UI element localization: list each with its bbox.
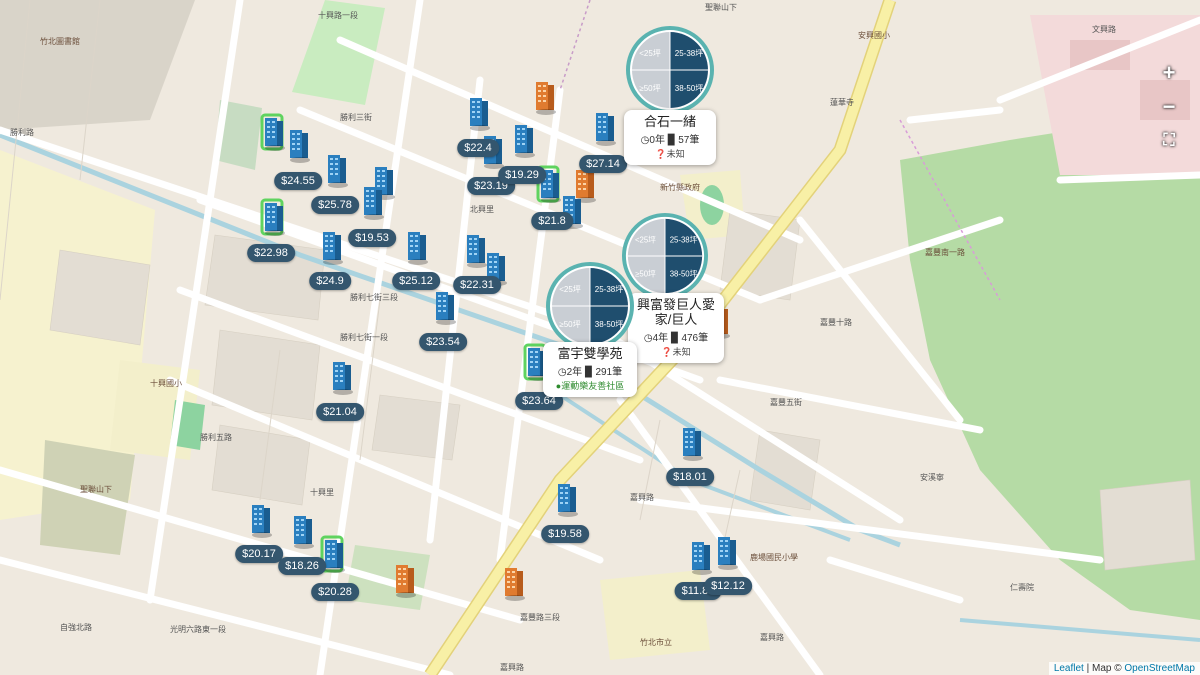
street-label: 文興路	[1092, 24, 1116, 34]
pie-label: ≥50坪	[559, 320, 580, 329]
osm-link[interactable]: OpenStreetMap	[1124, 663, 1195, 674]
pie-label: ≥50坪	[639, 84, 660, 93]
pie-label: 25-38坪	[670, 235, 698, 244]
question-icon: ❓	[661, 347, 673, 357]
document-icon: ▉	[584, 367, 593, 378]
price-label[interactable]: $20.17	[235, 545, 283, 563]
pie-label: 38-50坪	[595, 320, 623, 329]
fullscreen-button[interactable]: ⛶	[1156, 128, 1182, 154]
price-label[interactable]: $19.53	[348, 229, 396, 247]
price-label[interactable]: $21.8	[531, 212, 573, 230]
street-label: 勝利七街三段	[350, 292, 398, 302]
street-label: 自強北路	[60, 622, 92, 632]
size-distribution-pie[interactable]: <25坪 25-38坪 ≥50坪 38-50坪	[546, 262, 634, 350]
price-label[interactable]: $20.28	[311, 583, 359, 601]
community-card[interactable]: 富宇雙學苑 ◷2年 ▉ 291筆 ●運動樂友善社區	[543, 342, 637, 397]
zoom-out-button[interactable]: −	[1156, 94, 1182, 120]
document-icon: ▉	[667, 135, 676, 146]
question-icon: ❓	[655, 149, 667, 159]
street-label: 嘉豐十路	[820, 317, 852, 327]
map-canvas[interactable]: 十興路一段 勝利七街三段 勝利七街一段 勝利三街 勝利五路 北興里 十興里 勝利…	[0, 0, 1200, 675]
size-distribution-pie[interactable]: <25坪 25-38坪 ≥50坪 38-50坪	[626, 26, 714, 114]
street-label: 嘉豐路三段	[520, 612, 560, 622]
community-name: 富宇雙學苑	[557, 346, 623, 361]
poi-label: 鹿場國民小學	[750, 552, 798, 562]
pie-label: 38-50坪	[670, 270, 698, 279]
price-label[interactable]: $22.98	[247, 244, 295, 262]
poi-label: 十興國小	[150, 378, 182, 388]
price-label[interactable]: $21.04	[316, 403, 364, 421]
pie-label: <25坪	[639, 49, 661, 58]
street-label: 十興路一段	[318, 10, 358, 20]
community-meta: ◷4年 ▉ 476筆	[643, 333, 709, 344]
document-icon: ▉	[670, 333, 679, 344]
street-label: 嘉豐五街	[770, 397, 802, 407]
price-label[interactable]: $18.01	[666, 468, 714, 486]
price-label[interactable]: $19.58	[541, 525, 589, 543]
street-label: 勝利七街一段	[340, 332, 388, 342]
street-label: 北興里	[470, 204, 494, 214]
pie-label: <25坪	[559, 285, 581, 294]
poi-label: 嘉豐南一路	[925, 247, 965, 257]
price-label[interactable]: $24.9	[309, 272, 351, 290]
zoom-in-button[interactable]: +	[1156, 60, 1182, 86]
community-extra: ●運動樂友善社區	[555, 381, 625, 391]
pie-label: <25坪	[635, 235, 656, 244]
price-label[interactable]: $22.4	[457, 139, 499, 157]
street-label: 十興里	[310, 487, 334, 497]
street-label: 嘉興路	[500, 662, 524, 672]
price-label[interactable]: $27.14	[579, 155, 627, 173]
street-label: 聖聯山下	[705, 2, 737, 12]
community-name: 興富發巨人愛家/巨人	[636, 297, 715, 327]
clock-icon: ◷	[643, 333, 653, 344]
poi-label: 竹北圖書館	[40, 36, 80, 46]
price-label[interactable]: $24.55	[274, 172, 322, 190]
community-extra: ❓未知	[655, 149, 685, 159]
community-card[interactable]: 興富發巨人愛家/巨人 ◷4年 ▉ 476筆 ❓未知	[628, 293, 724, 363]
community-meta: ◷2年 ▉ 291筆	[557, 367, 623, 378]
price-label[interactable]: $19.29	[498, 166, 546, 184]
price-label[interactable]: $22.31	[453, 276, 501, 294]
pie-label: 25-38坪	[675, 49, 703, 58]
community-extra: ❓未知	[661, 347, 691, 357]
price-label[interactable]: $18.26	[278, 557, 326, 575]
street-label: 蓮華寺	[830, 97, 854, 107]
pie-label: 38-50坪	[675, 84, 703, 93]
price-label[interactable]: $25.78	[311, 196, 359, 214]
poi-label: 聖聯山下	[80, 484, 112, 494]
street-label: 勝利三街	[340, 112, 372, 122]
street-label: 勝利路	[10, 127, 34, 137]
map-controls: + − ⛶	[1156, 60, 1182, 154]
attribution: Leaflet | Map © OpenStreetMap	[1048, 662, 1200, 675]
street-label: 嘉興路	[760, 632, 784, 642]
pie-label: 25-38坪	[595, 285, 623, 294]
leaflet-link[interactable]: Leaflet	[1054, 663, 1084, 674]
street-label: 嘉興路	[630, 492, 654, 502]
price-label[interactable]: $23.54	[419, 333, 467, 351]
pie-label: ≥50坪	[635, 270, 656, 279]
attribution-text: | Map ©	[1083, 663, 1125, 674]
poi-label: 新竹縣政府	[660, 182, 700, 192]
community-card[interactable]: 合石一緒 ◷0年 ▉ 57筆 ❓未知	[624, 110, 716, 165]
clock-icon: ◷	[557, 367, 567, 378]
price-label[interactable]: $25.12	[392, 272, 440, 290]
poi-label: 安興國小	[858, 30, 890, 40]
street-label: 仁壽院	[1010, 582, 1034, 592]
community-meta: ◷0年 ▉ 57筆	[640, 135, 700, 146]
street-label: 勝利五路	[200, 432, 232, 442]
street-label: 光明六路東一段	[170, 624, 226, 634]
street-label: 安溪寧	[920, 472, 944, 482]
community-name: 合石一緒	[643, 114, 696, 129]
size-distribution-pie[interactable]: <25坪 25-38坪 ≥50坪 38-50坪	[622, 213, 708, 299]
poi-label: 竹北市立	[640, 637, 672, 647]
price-label[interactable]: $12.12	[704, 577, 752, 595]
